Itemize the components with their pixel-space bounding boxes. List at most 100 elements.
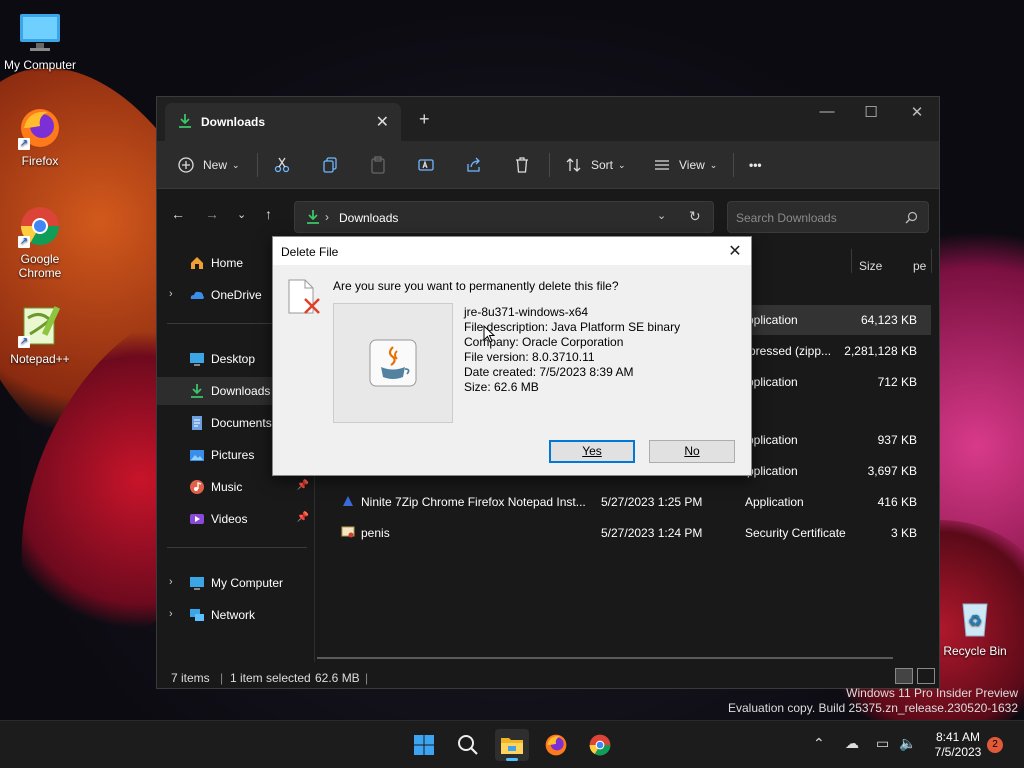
file-size: 3,697 KB xyxy=(867,464,917,478)
address-bar[interactable]: › Downloads ⌄ ↻ xyxy=(294,201,714,233)
pin-icon: 📌 xyxy=(296,480,309,491)
recent-locations-icon[interactable]: ⌄ xyxy=(237,208,246,221)
mouse-cursor-icon xyxy=(483,325,495,343)
new-button[interactable]: New ⌄ xyxy=(177,151,240,179)
taskbar: ⌃ ☁ ▭ 🔈 8:41 AM 7/5/2023 2 xyxy=(0,720,1024,768)
nav-item-network[interactable]: › Network xyxy=(157,601,315,629)
toolbar-divider xyxy=(257,153,258,177)
details-view-icon[interactable] xyxy=(895,668,913,684)
close-window-icon[interactable]: ✕ xyxy=(897,103,937,121)
close-icon[interactable]: ✕ xyxy=(725,241,745,261)
forward-icon[interactable]: → xyxy=(205,206,219,222)
watermark-line-2: Evaluation copy. Build 25375.zn_release.… xyxy=(728,701,1018,715)
desktop-icon-label: Notepad++ xyxy=(10,352,70,366)
nav-label: Network xyxy=(211,608,256,622)
desktop-icon-my-computer[interactable]: My Computer xyxy=(0,10,80,72)
folder-icon xyxy=(501,738,523,754)
back-icon[interactable]: ← xyxy=(171,206,185,222)
taskbar-chrome[interactable] xyxy=(583,729,617,761)
no-button[interactable]: No xyxy=(649,440,735,463)
share-button[interactable] xyxy=(465,151,483,179)
rename-icon xyxy=(418,159,434,171)
close-tab-icon[interactable]: ✕ xyxy=(376,112,389,132)
onedrive-tray-icon[interactable]: ☁ xyxy=(845,735,859,752)
status-bar: 7 items | 1 item selected 62.6 MB | xyxy=(157,662,939,688)
desktop-icon-chrome[interactable]: ↗ Google Chrome xyxy=(0,204,80,280)
refresh-icon[interactable]: ↻ xyxy=(689,208,701,225)
taskbar-file-explorer[interactable] xyxy=(495,729,529,761)
volume-icon[interactable]: 🔈 xyxy=(899,735,916,752)
horizontal-scrollbar[interactable] xyxy=(317,657,893,659)
show-hidden-icons-chevron[interactable]: ⌃ xyxy=(813,735,825,752)
network-tray-icon[interactable]: ▭ xyxy=(876,735,889,752)
nav-item-my-computer[interactable]: › My Computer xyxy=(157,569,315,597)
nav-label: Music xyxy=(211,480,243,494)
yes-button[interactable]: Yes xyxy=(549,440,635,463)
nav-label: Downloads xyxy=(211,384,271,398)
status-size: 62.6 MB xyxy=(315,671,360,685)
dialog-body: Are you sure you want to permanently del… xyxy=(273,265,751,477)
cut-button[interactable] xyxy=(273,151,291,179)
command-bar: New ⌄ Sort ⌄ View ⌄ ••• xyxy=(157,141,939,189)
download-icon xyxy=(307,210,319,224)
table-row[interactable]: penis 5/27/2023 1:24 PM Security Certifi… xyxy=(327,518,931,548)
svg-text:♻: ♻ xyxy=(968,613,982,630)
plus-circle-icon xyxy=(178,157,194,173)
chevron-right-icon: › xyxy=(325,210,329,224)
nav-item-videos[interactable]: Videos 📌 xyxy=(157,505,315,533)
file-type: mpressed (zipp... xyxy=(739,344,832,358)
sort-icon xyxy=(566,158,581,172)
column-header-size[interactable]: Size xyxy=(859,259,882,273)
start-button[interactable] xyxy=(407,729,441,761)
file-size: Size: 62.6 MB xyxy=(464,380,539,394)
file-description: File description: Java Platform SE binar… xyxy=(464,320,681,334)
chrome-icon xyxy=(589,734,611,756)
rename-button[interactable] xyxy=(417,151,435,179)
maximize-icon[interactable]: ☐ xyxy=(851,103,891,121)
tab-downloads[interactable]: Downloads ✕ xyxy=(165,103,401,141)
watermark-line-1: Windows 11 Pro Insider Preview xyxy=(846,686,1018,700)
file-type: Application xyxy=(745,495,804,509)
address-dropdown-icon[interactable]: ⌄ xyxy=(657,209,666,222)
desktop-icon-firefox[interactable]: ↗ Firefox xyxy=(0,106,80,168)
nav-label: Documents xyxy=(211,416,272,430)
sort-button[interactable]: Sort ⌄ xyxy=(565,151,626,179)
notification-badge[interactable]: 2 xyxy=(987,737,1003,753)
desktop-icon-recycle-bin[interactable]: ♻ Recycle Bin xyxy=(935,596,1015,658)
more-options-button[interactable]: ••• xyxy=(749,151,762,179)
paste-button[interactable] xyxy=(369,151,387,179)
desktop-icon-label: Recycle Bin xyxy=(943,644,1007,658)
delete-button[interactable] xyxy=(513,151,531,179)
file-preview xyxy=(333,303,453,423)
chevron-right-icon[interactable]: › xyxy=(169,288,173,300)
nav-label: Desktop xyxy=(211,352,256,366)
tiles-view-icon[interactable] xyxy=(917,668,935,684)
pin-icon: 📌 xyxy=(296,512,309,523)
chrome-icon: ↗ xyxy=(18,204,62,248)
chevron-right-icon[interactable]: › xyxy=(169,576,173,588)
search-button[interactable] xyxy=(451,729,485,761)
desktop-icon-notepadpp[interactable]: ↗ Notepad++ xyxy=(0,304,80,366)
dialog-title: Delete File xyxy=(281,245,339,259)
evaluation-watermark: Windows 11 Pro Insider Preview Evaluatio… xyxy=(728,686,1018,716)
file-details: jre-8u371-windows-x64 File description: … xyxy=(464,305,680,395)
nav-item-music[interactable]: Music 📌 xyxy=(157,473,315,501)
clock-time: 8:41 AM xyxy=(935,730,981,744)
clock[interactable]: 8:41 AM 7/5/2023 xyxy=(928,730,988,760)
view-button[interactable]: View ⌄ xyxy=(653,151,717,179)
clock-date: 7/5/2023 xyxy=(934,745,982,759)
more-icon: ••• xyxy=(749,158,762,172)
search-box[interactable]: Search Downloads xyxy=(727,201,929,233)
chevron-right-icon[interactable]: › xyxy=(169,608,173,620)
minimize-icon[interactable]: — xyxy=(807,103,847,120)
copy-button[interactable] xyxy=(321,151,339,179)
breadcrumb-downloads[interactable]: Downloads xyxy=(339,211,398,225)
column-header-type[interactable]: pe xyxy=(913,259,926,273)
nav-label: OneDrive xyxy=(211,288,262,302)
status-item-count: 7 items xyxy=(171,671,210,685)
new-tab-icon[interactable]: + xyxy=(419,109,430,130)
up-icon[interactable]: ↑ xyxy=(265,206,272,222)
table-row[interactable]: Ninite 7Zip Chrome Firefox Notepad Inst.… xyxy=(327,487,931,517)
search-placeholder: Search Downloads xyxy=(736,211,837,225)
taskbar-firefox[interactable] xyxy=(539,729,573,761)
